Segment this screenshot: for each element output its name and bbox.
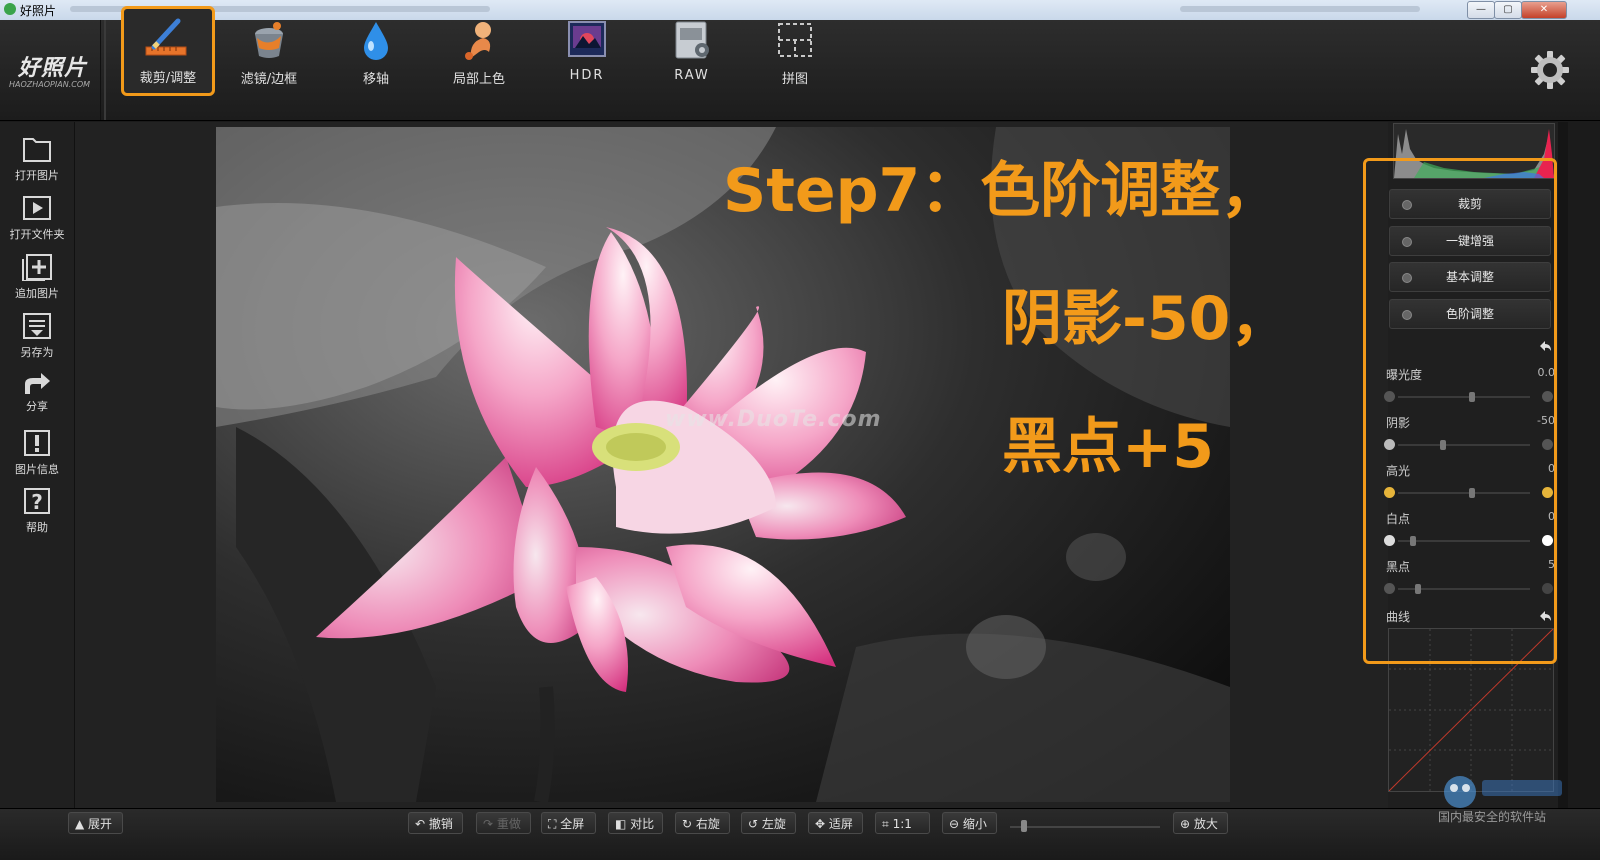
sidebar-open-image[interactable]: 打开图片: [0, 135, 74, 191]
rotate-left-icon: ↺: [748, 817, 762, 831]
zoom-slider-thumb[interactable]: [1021, 820, 1027, 832]
filter-bucket-icon: [255, 22, 283, 58]
sidebar-help[interactable]: ? 帮助: [0, 487, 74, 543]
sidebar-label: 帮助: [26, 521, 48, 534]
sidebar-label: 打开图片: [15, 169, 59, 182]
triangle-up-icon: ▲: [75, 817, 89, 831]
actual-size-button[interactable]: ⌗ 1:1: [875, 812, 930, 834]
add-image-icon: [22, 254, 52, 281]
redo-icon: ↷: [483, 817, 497, 831]
bottom-toolbar: [0, 808, 1600, 860]
tool-collage[interactable]: 拼图: [750, 8, 840, 90]
undo-label: 撤销: [428, 817, 453, 831]
app-icon: [4, 3, 16, 15]
rotate-right-button[interactable]: ↻ 右旋: [675, 812, 730, 834]
open-folder-play-icon: [23, 196, 51, 220]
tool-label: RAW: [674, 68, 710, 83]
actual-size-label: 1:1: [892, 817, 912, 831]
sidebar-label: 打开文件夹: [9, 228, 65, 241]
watermark-text: www.DuoTe.com: [665, 407, 882, 432]
compare-icon: ◧: [615, 817, 631, 831]
zoom-out-button[interactable]: ⊖ 缩小: [942, 812, 997, 834]
fit-screen-icon: ✥: [815, 817, 829, 831]
fit-screen-button[interactable]: ✥ 适屏: [808, 812, 863, 834]
tool-label: HDR: [569, 68, 605, 83]
sidebar-add-image[interactable]: 追加图片: [0, 253, 74, 309]
tool-local-color[interactable]: 局部上色: [434, 8, 524, 90]
window-title: 好照片: [20, 4, 57, 18]
tool-label: 移轴: [362, 72, 389, 87]
actual-size-icon: ⌗: [882, 817, 893, 831]
compare-label: 对比: [630, 817, 655, 831]
annotation-line-1: Step7：色阶调整，: [723, 156, 1281, 226]
sidebar-share[interactable]: 分享: [0, 370, 74, 426]
tool-label: 拼图: [781, 72, 808, 87]
sidebar-label: 图片信息: [15, 463, 59, 476]
minimize-button[interactable]: —: [1467, 1, 1495, 19]
levels-highlight-box: [1363, 158, 1557, 664]
undo-button[interactable]: ↶ 撤销: [408, 812, 463, 834]
raw-icon: [675, 21, 709, 59]
rotate-right-label: 右旋: [695, 817, 720, 831]
zoom-in-icon: ⊕: [1180, 817, 1194, 831]
image-info-icon: [24, 430, 50, 456]
expand-button[interactable]: ▲ 展开: [68, 812, 123, 834]
zoom-in-button[interactable]: ⊕ 放大: [1173, 812, 1228, 834]
sidebar-label: 另存为: [20, 346, 54, 359]
undo-icon: ↶: [415, 817, 429, 831]
right-panel-scrollbar[interactable]: [1558, 122, 1568, 808]
tool-crop-adjust[interactable]: 裁剪/调整: [121, 6, 215, 96]
collage-icon: [778, 23, 812, 57]
title-menu-blur: [1180, 6, 1420, 12]
compare-button[interactable]: ◧ 对比: [608, 812, 663, 834]
tool-filter-border[interactable]: 滤镜/边框: [224, 8, 314, 90]
rotate-left-button[interactable]: ↺ 左旋: [741, 812, 796, 834]
logo-subtext: HAOZHAOPIAN.COM: [9, 80, 91, 89]
fullscreen-icon: ⛶: [548, 817, 561, 831]
annotation-line-3: 黑点+5: [1002, 412, 1215, 482]
logo-text: 好照片: [18, 56, 88, 81]
zoom-slider-track[interactable]: [1010, 826, 1160, 828]
tool-tilt-shift[interactable]: 移轴: [331, 8, 421, 90]
zoom-in-label: 放大: [1193, 817, 1218, 831]
tool-raw[interactable]: RAW: [647, 8, 737, 90]
tool-hdr[interactable]: HDR: [542, 8, 632, 90]
rotate-right-icon: ↻: [682, 817, 696, 831]
expand-label: 展开: [88, 817, 113, 831]
redo-label: 重做: [496, 817, 521, 831]
zoom-out-icon: ⊖: [949, 817, 963, 831]
help-icon: ?: [24, 488, 50, 514]
sidebar-open-folder[interactable]: 打开文件夹: [0, 194, 74, 250]
settings-gear-icon[interactable]: [1530, 50, 1570, 90]
fullscreen-label: 全屏: [560, 817, 585, 831]
app-logo: 好照片 HAOZHAOPIAN.COM: [0, 20, 101, 120]
toolbar-divider: [104, 20, 106, 120]
fullscreen-button[interactable]: ⛶ 全屏: [541, 812, 596, 834]
local-color-icon: [465, 22, 491, 60]
hdr-icon: [568, 21, 606, 57]
sidebar-label: 追加图片: [15, 287, 59, 300]
site-watermark-text: 国内最安全的软件站: [1438, 810, 1547, 824]
crop-adjust-icon: [145, 18, 187, 56]
tool-label: 裁剪/调整: [139, 71, 197, 86]
tool-label: 局部上色: [452, 72, 505, 87]
sidebar-save-as[interactable]: 另存为: [0, 312, 74, 368]
sidebar-label: 分享: [26, 400, 48, 413]
svg-text:?: ?: [31, 490, 43, 514]
tool-label: 滤镜/边框: [240, 72, 298, 87]
open-image-icon: [23, 138, 51, 162]
share-icon: [25, 373, 50, 394]
close-button[interactable]: ✕: [1521, 1, 1567, 19]
fit-screen-label: 适屏: [828, 817, 853, 831]
maximize-button[interactable]: ▢: [1494, 1, 1522, 19]
rotate-left-label: 左旋: [761, 817, 786, 831]
sidebar-image-info[interactable]: 图片信息: [0, 429, 74, 485]
water-drop-icon: [364, 22, 388, 60]
save-as-icon: [23, 313, 51, 339]
redo-button[interactable]: ↷ 重做: [476, 812, 531, 834]
annotation-line-2: 阴影-50，: [1002, 284, 1291, 354]
zoom-out-label: 缩小: [962, 817, 987, 831]
